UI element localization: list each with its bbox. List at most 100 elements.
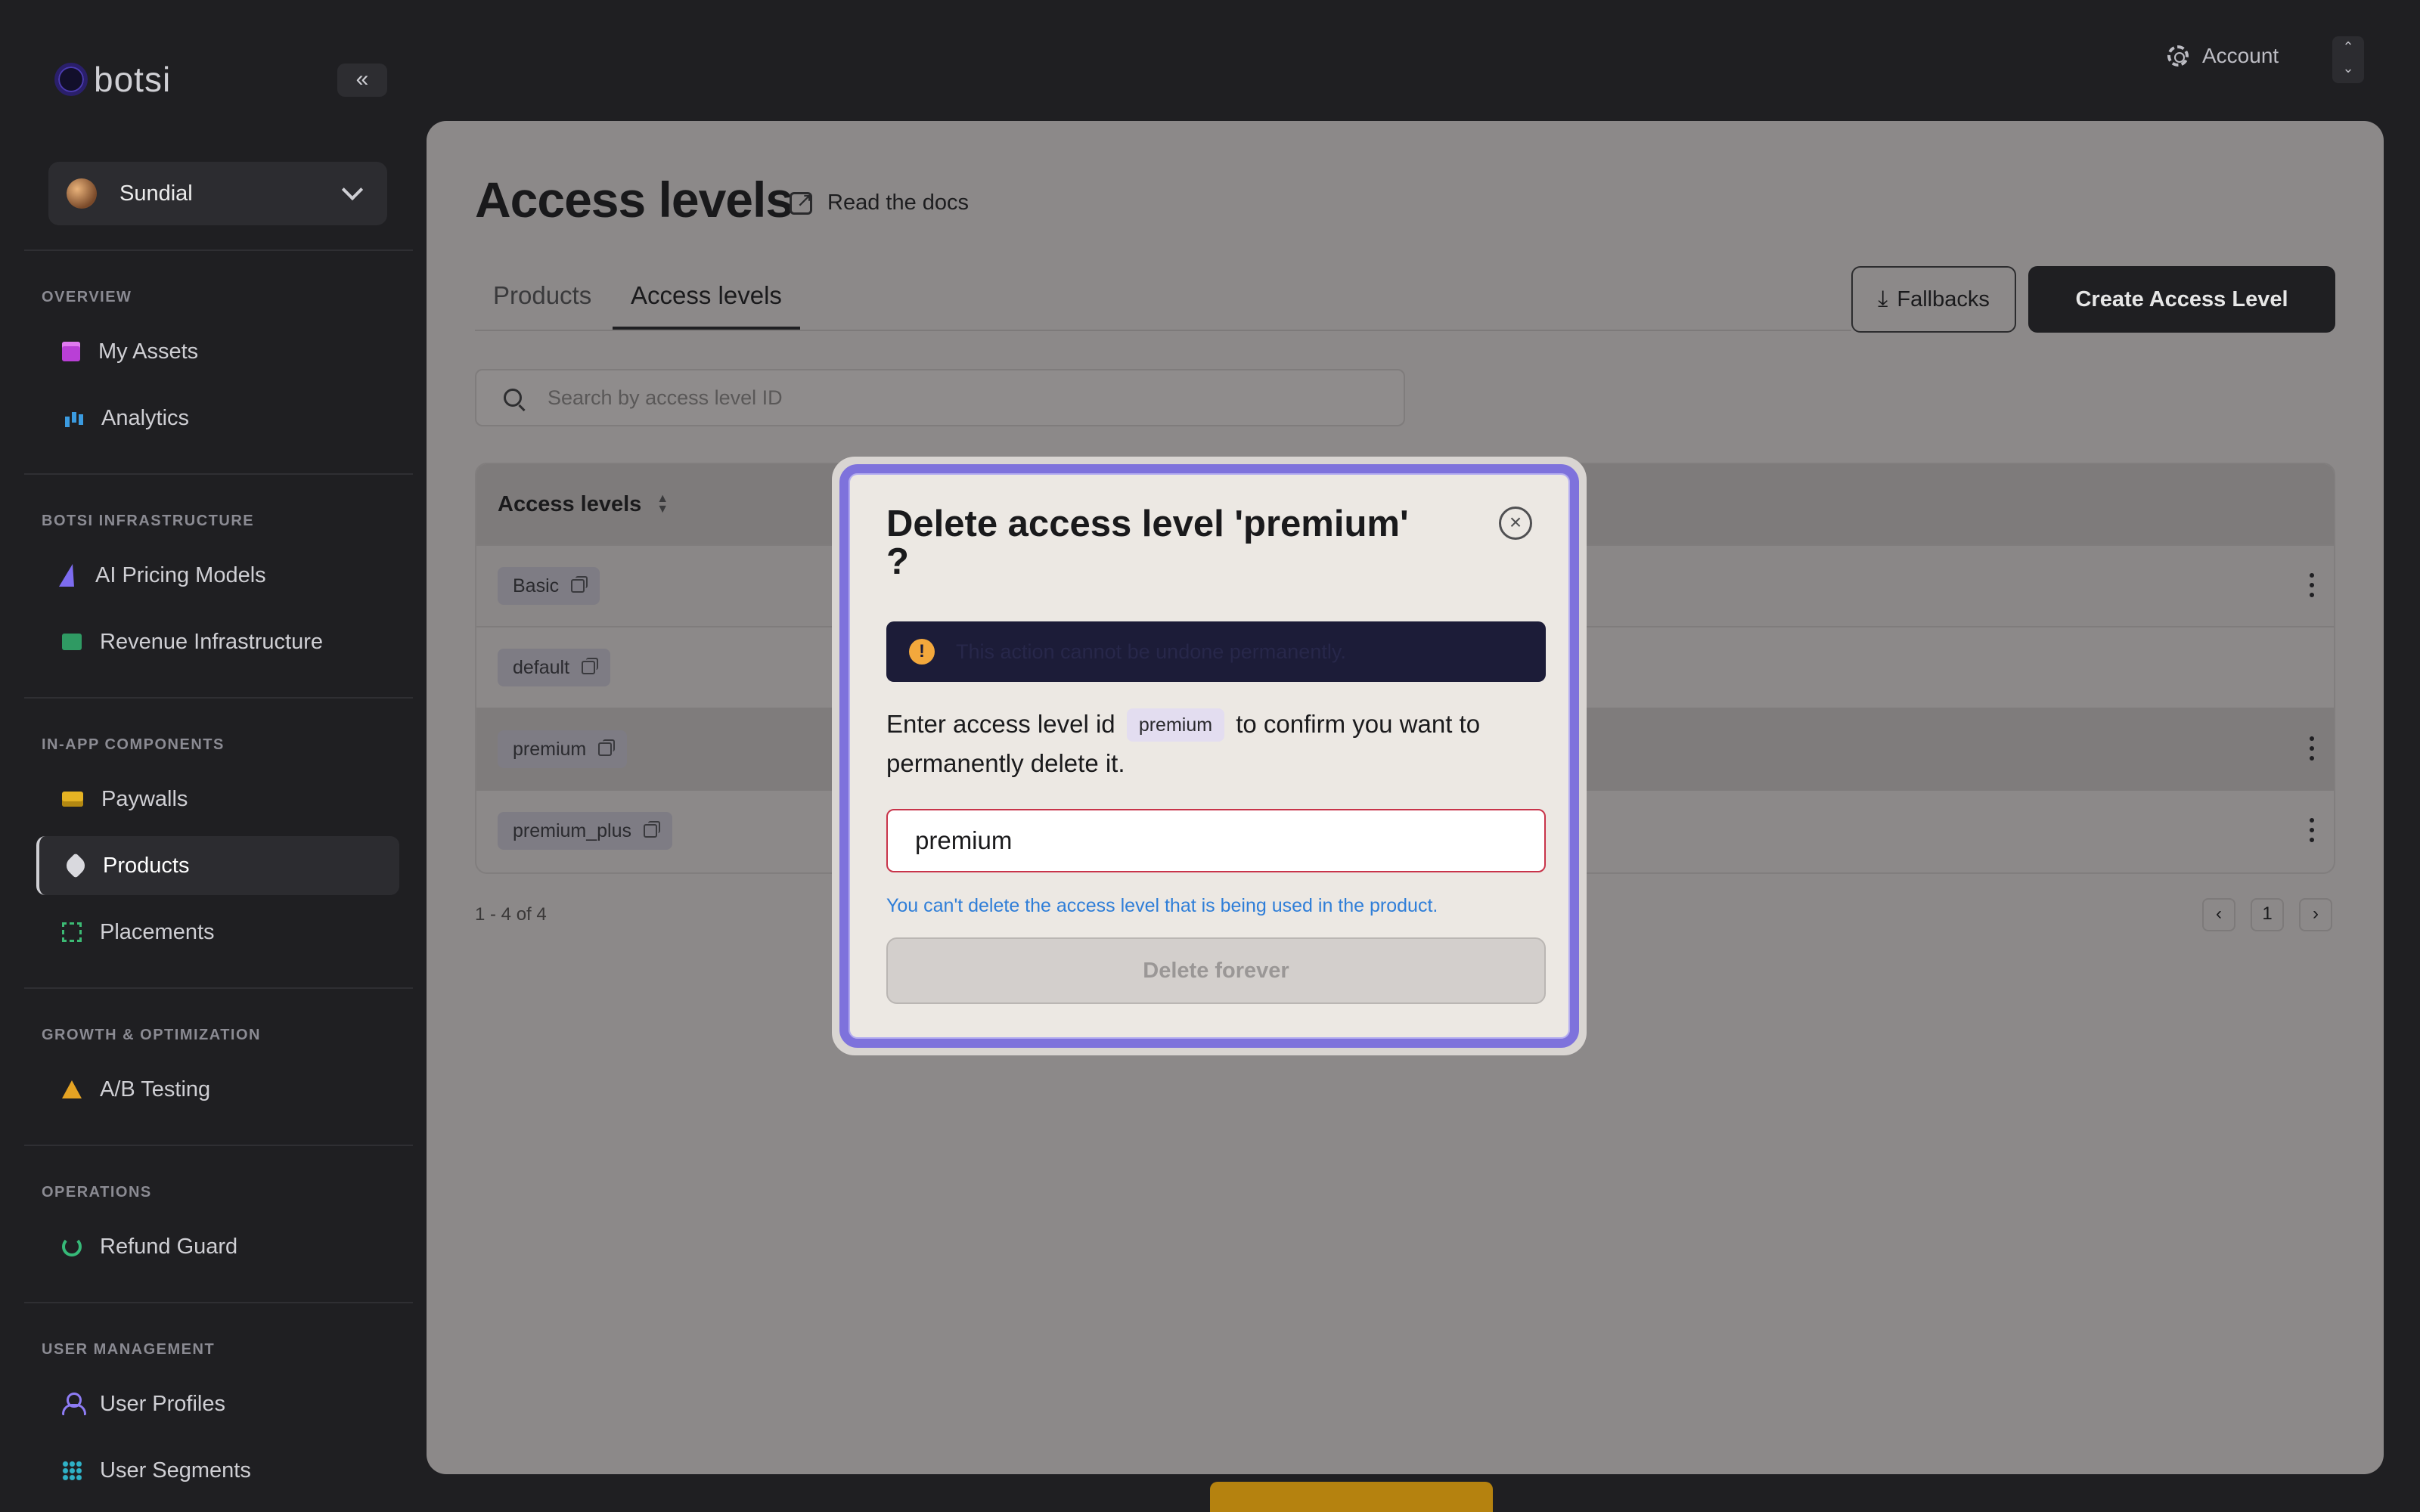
section-label-user-management: USER MANAGEMENT <box>42 1341 216 1358</box>
error-message: You can't delete the access level that i… <box>886 895 1438 916</box>
revenue-icon <box>62 634 82 650</box>
sidebar-item-label: User Segments <box>100 1458 251 1483</box>
paywall-icon <box>62 792 83 807</box>
sidebar-item-label: A/B Testing <box>100 1077 211 1101</box>
segments-icon <box>62 1461 82 1480</box>
sidebar-item-analytics[interactable]: Analytics <box>36 389 399 448</box>
access-level-chip: default <box>498 649 611 686</box>
desc-before: Enter access level id <box>886 710 1115 738</box>
workspace-avatar <box>67 178 97 209</box>
copy-icon[interactable] <box>571 576 588 593</box>
search-input[interactable]: Search by access level ID <box>548 386 783 410</box>
modal-title: Delete access level 'premium' ? <box>886 503 1409 582</box>
page-title: Access levels <box>475 172 793 228</box>
access-level-chip: premium_plus <box>498 812 673 850</box>
section-label-growth: GROWTH & OPTIMIZATION <box>42 1027 261 1043</box>
warning-text: This action cannot be undone permanently… <box>956 640 1346 663</box>
external-link-icon <box>790 188 813 215</box>
collapse-sidebar-button[interactable]: « <box>337 64 387 97</box>
gear-icon <box>2167 45 2189 67</box>
analytics-icon <box>62 407 83 429</box>
sidebar-item-ai-pricing-models[interactable]: AI Pricing Models <box>36 546 399 605</box>
warning-icon: ! <box>909 639 935 665</box>
create-access-level-button[interactable]: Create Access Level <box>2028 266 2335 333</box>
bottom-tab[interactable] <box>1210 1482 1493 1512</box>
account-label: Account <box>2202 44 2279 67</box>
sidebar-item-label: User Profiles <box>100 1391 225 1416</box>
confirm-id-input[interactable] <box>886 809 1546 872</box>
section-label-operations: OPERATIONS <box>42 1184 152 1201</box>
read-docs-link[interactable]: Read the docs <box>790 188 970 215</box>
copy-icon[interactable] <box>582 658 599 674</box>
column-header-access-levels: Access levels <box>498 491 642 516</box>
delete-access-level-modal: Delete access level 'premium' ? × ! This… <box>839 464 1579 1048</box>
bolt-icon <box>58 564 81 587</box>
warning-banner: ! This action cannot be undone permanent… <box>886 621 1546 682</box>
divider <box>24 987 413 989</box>
sidebar-item-products[interactable]: Products <box>36 836 399 895</box>
fallbacks-label: Fallbacks <box>1897 287 1990 311</box>
sidebar: botsi « Sundial OVERVIEW My Assets Analy… <box>0 0 424 1512</box>
divider <box>24 249 413 251</box>
section-label-infrastructure: BOTSI INFRASTRUCTURE <box>42 513 255 529</box>
access-level-id-chip: premium <box>1126 708 1225 742</box>
user-icon <box>62 1393 86 1415</box>
sidebar-item-label: Revenue Infrastructure <box>100 629 323 654</box>
sidebar-item-ab-testing[interactable]: A/B Testing <box>36 1060 399 1119</box>
search-icon <box>504 389 522 407</box>
sidebar-item-label: Refund Guard <box>100 1234 238 1259</box>
download-icon: ⤓ <box>1878 287 1888 311</box>
next-page-button[interactable]: › <box>2299 898 2332 931</box>
refund-icon <box>62 1237 82 1256</box>
sidebar-item-paywalls[interactable]: Paywalls <box>36 770 399 829</box>
account-menu[interactable]: Account <box>2167 44 2279 68</box>
sidebar-item-user-profiles[interactable]: User Profiles <box>36 1374 399 1433</box>
divider <box>24 1145 413 1146</box>
sidebar-item-refund-guard[interactable]: Refund Guard <box>36 1217 399 1276</box>
divider <box>24 697 413 699</box>
section-label-overview: OVERVIEW <box>42 289 132 305</box>
expand-collapse-icon[interactable]: ⌃ ⌄ <box>2332 36 2364 83</box>
copy-icon[interactable] <box>644 821 661 838</box>
sidebar-item-placements[interactable]: Placements <box>36 903 399 962</box>
placement-icon <box>62 922 82 942</box>
delete-modal-frame: Delete access level 'premium' ? × ! This… <box>832 457 1587 1055</box>
tab-access-levels[interactable]: Access levels <box>613 281 800 330</box>
access-level-chip: premium <box>498 730 628 768</box>
confirm-instructions: Enter access level id premium to confirm… <box>886 705 1552 783</box>
logo-icon <box>54 63 88 96</box>
sidebar-item-label: Placements <box>100 919 215 944</box>
sidebar-item-user-segments[interactable]: User Segments <box>36 1441 399 1500</box>
pagination-count: 1 - 4 of 4 <box>475 904 547 925</box>
delete-forever-button[interactable]: Delete forever <box>886 937 1546 1004</box>
access-level-id: premium_plus <box>513 820 632 841</box>
section-label-in-app: IN-APP COMPONENTS <box>42 736 225 753</box>
tag-icon <box>63 853 88 878</box>
flask-icon <box>62 1080 82 1098</box>
copy-icon[interactable] <box>598 739 616 756</box>
workspace-selector[interactable]: Sundial <box>48 162 387 225</box>
prev-page-button[interactable]: ‹ <box>2202 898 2235 931</box>
fallbacks-button[interactable]: ⤓ Fallbacks <box>1851 266 2016 333</box>
divider <box>24 1302 413 1303</box>
sidebar-item-label: Products <box>103 853 190 878</box>
more-options-icon[interactable] <box>2310 573 2314 578</box>
sort-icon[interactable]: ▲ ▼ <box>656 493 669 516</box>
workspace-name: Sundial <box>119 181 193 206</box>
read-docs-label: Read the docs <box>827 191 970 215</box>
chevron-down-icon <box>341 178 364 201</box>
more-options-icon[interactable] <box>2310 818 2314 823</box>
sidebar-item-my-assets[interactable]: My Assets <box>36 322 399 381</box>
sidebar-item-label: Analytics <box>101 405 190 430</box>
access-level-id: default <box>513 656 570 678</box>
tab-products[interactable]: Products <box>493 281 591 327</box>
page-number-button[interactable]: 1 <box>2251 898 2284 931</box>
more-options-icon[interactable] <box>2310 736 2314 741</box>
brand-logo[interactable]: botsi <box>54 59 171 100</box>
sidebar-item-label: Paywalls <box>101 786 188 811</box>
sidebar-item-revenue-infrastructure[interactable]: Revenue Infrastructure <box>36 612 399 671</box>
assets-icon <box>62 342 80 361</box>
close-icon[interactable]: × <box>1499 507 1532 540</box>
search-bar[interactable]: Search by access level ID <box>475 369 1405 426</box>
tabs-divider <box>475 330 1851 331</box>
